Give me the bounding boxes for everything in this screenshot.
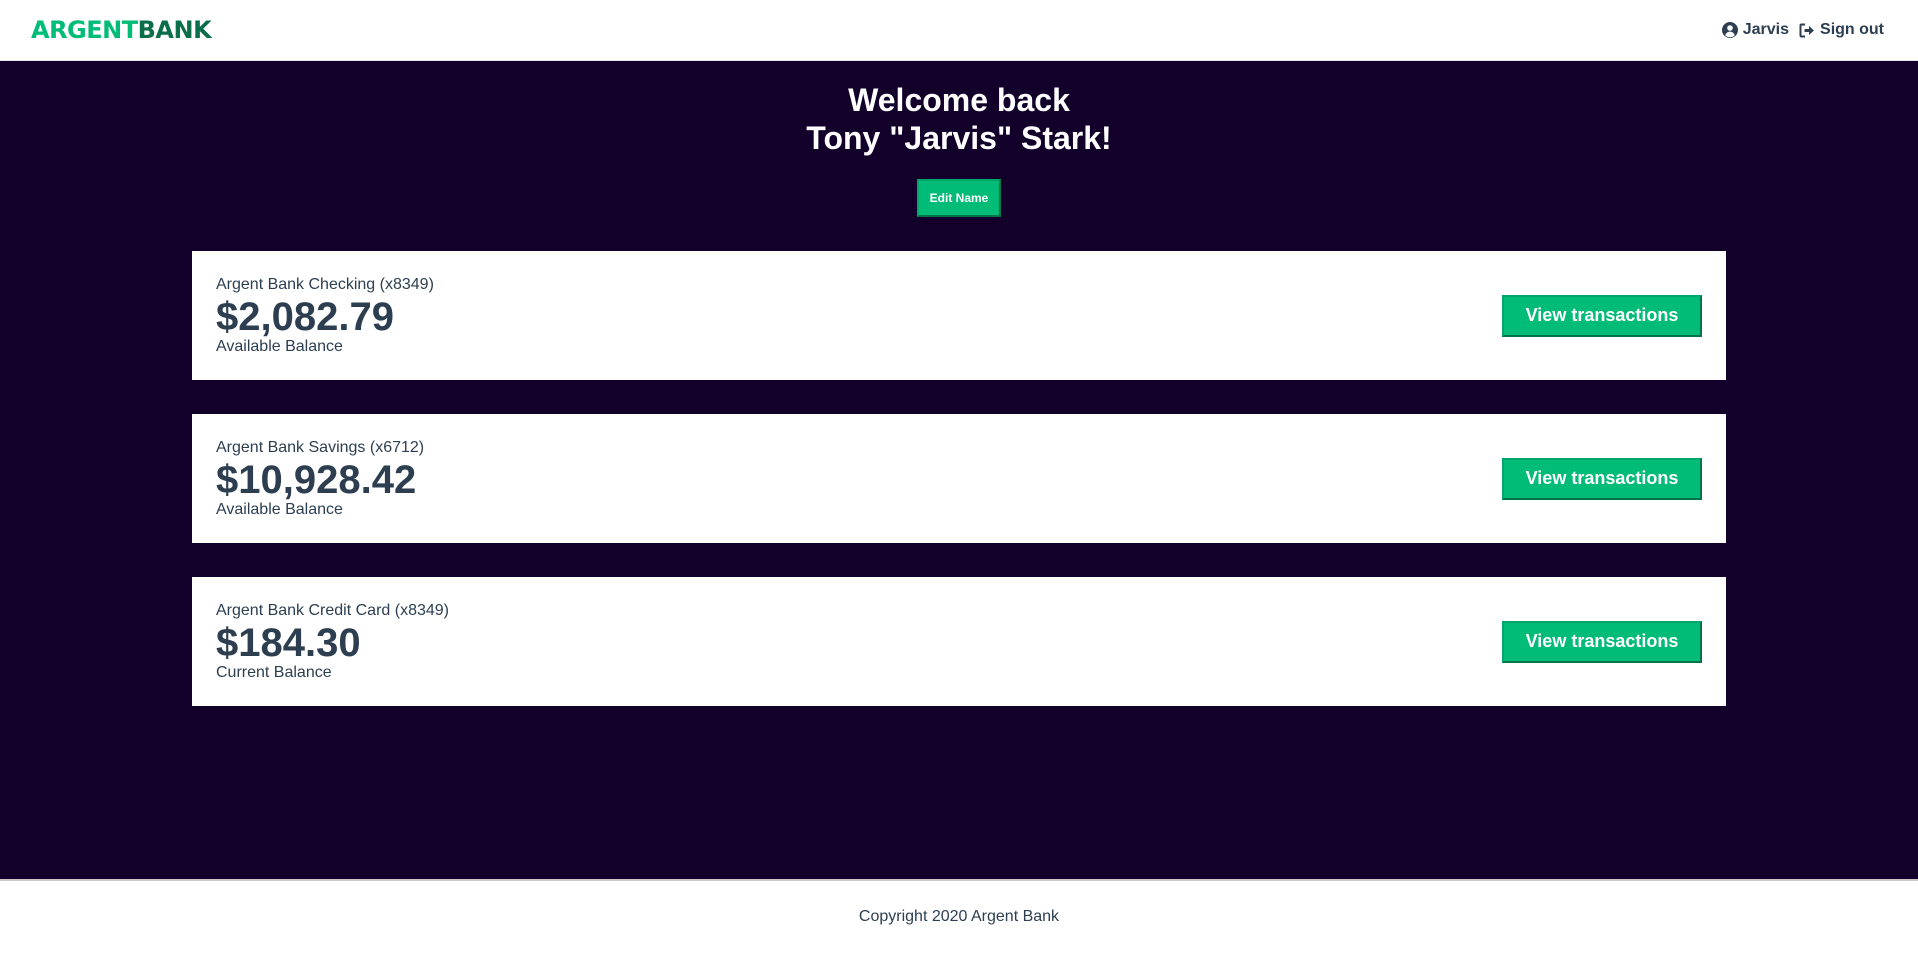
account-amount-description: Available Balance <box>216 337 343 355</box>
copyright-text: Copyright 2020 Argent Bank <box>858 908 1060 925</box>
welcome-line-1: Welcome back <box>848 82 1070 118</box>
account-amount: $10,928.42 <box>216 457 417 502</box>
account-amount-description: Current Balance <box>216 663 332 681</box>
footer: Copyright 2020 Argent Bank <box>0 879 1918 953</box>
account-amount-description: Available Balance <box>216 500 343 518</box>
user-circle-icon <box>1721 22 1738 38</box>
account-amount: $184.30 <box>216 620 361 665</box>
account-info: Argent Bank Savings (x6712) $10,928.42 A… <box>216 439 424 519</box>
account-title: Argent Bank Checking (x8349) <box>216 275 434 293</box>
account-info: Argent Bank Credit Card (x8349) $184.30 … <box>216 602 449 682</box>
account-title: Argent Bank Credit Card (x8349) <box>216 601 449 619</box>
argent-bank-logo[interactable]: ARGENT BANK <box>31 16 212 44</box>
logo-text-argent: ARGENT <box>31 16 138 44</box>
sign-out-icon <box>1799 23 1815 38</box>
user-name-label: Jarvis <box>1742 21 1790 38</box>
accounts-list: Argent Bank Checking (x8349) $2,082.79 A… <box>0 251 1918 706</box>
welcome-header: Welcome back Tony "Jarvis" Stark! Edit N… <box>0 81 1918 217</box>
view-transactions-button[interactable]: View transactions <box>1502 457 1702 500</box>
user-nav: Jarvis Sign out <box>1721 21 1884 39</box>
account-card-credit-card: Argent Bank Credit Card (x8349) $184.30 … <box>192 577 1726 706</box>
top-navigation: ARGENT BANK Jarvis Sign out <box>0 0 1918 61</box>
view-transactions-button[interactable]: View transactions <box>1502 294 1702 337</box>
sign-out-label: Sign out <box>1820 21 1884 38</box>
welcome-user-name: Tony "Jarvis" Stark! <box>806 120 1112 156</box>
main-content: Welcome back Tony "Jarvis" Stark! Edit N… <box>0 61 1918 879</box>
account-card-checking: Argent Bank Checking (x8349) $2,082.79 A… <box>192 251 1726 380</box>
account-title: Argent Bank Savings (x6712) <box>216 438 425 456</box>
account-amount: $2,082.79 <box>216 294 394 339</box>
user-profile-link[interactable]: Jarvis <box>1721 21 1790 39</box>
view-transactions-button[interactable]: View transactions <box>1502 620 1702 663</box>
sign-out-link[interactable]: Sign out <box>1799 21 1884 39</box>
welcome-title: Welcome back Tony "Jarvis" Stark! <box>0 81 1918 157</box>
account-card-savings: Argent Bank Savings (x6712) $10,928.42 A… <box>192 414 1726 543</box>
edit-name-button[interactable]: Edit Name <box>916 179 1002 217</box>
logo-text-bank: BANK <box>137 16 212 44</box>
account-info: Argent Bank Checking (x8349) $2,082.79 A… <box>216 276 434 356</box>
